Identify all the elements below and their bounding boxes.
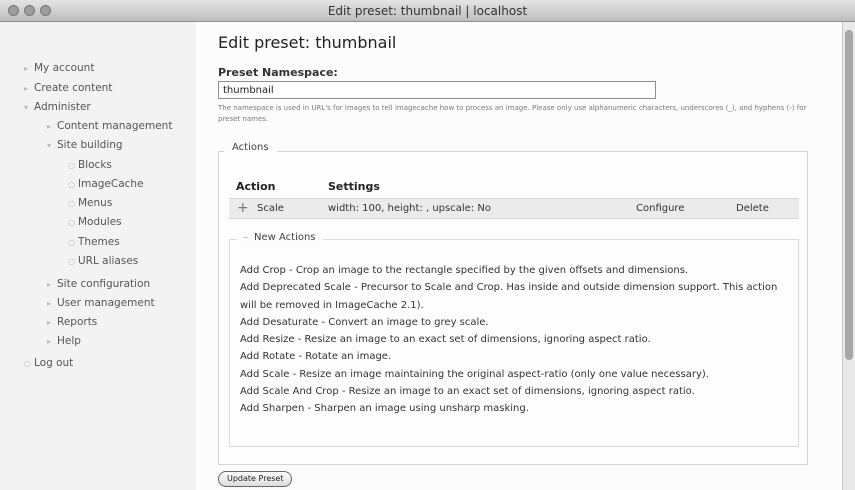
sidebar-item-user-management[interactable]: ▸ User management bbox=[47, 297, 155, 309]
sidebar-item-administer[interactable]: ▾ Administer bbox=[24, 101, 91, 113]
sidebar-item-content-management[interactable]: ▸ Content management bbox=[47, 120, 172, 132]
action-settings: width: 100, height: , upscale: No bbox=[328, 203, 491, 214]
add-scale-link[interactable]: Add Scale - Resize an image maintaining … bbox=[240, 366, 796, 383]
sidebar-item-imagecache[interactable]: ○ ImageCache bbox=[68, 178, 144, 190]
collapsed-bullet-icon: ▸ bbox=[47, 279, 52, 289]
sidebar-item-label: Site building bbox=[57, 139, 123, 151]
actions-legend: Actions bbox=[224, 142, 277, 153]
new-actions-list: Add Crop - Crop an image to the rectangl… bbox=[240, 262, 796, 418]
sidebar-navigation: ▸ My account ▸ Create content ▾ Administer … bbox=[0, 22, 196, 490]
sidebar-item-label: Themes bbox=[78, 236, 120, 248]
leaf-bullet-icon: ○ bbox=[68, 217, 75, 227]
add-scale-and-crop-link[interactable]: Add Scale And Crop - Resize an image to … bbox=[240, 383, 796, 400]
delete-link[interactable]: Delete bbox=[736, 203, 769, 214]
browser-window: Edit preset: thumbnail | localhost ▸ My a… bbox=[0, 0, 855, 490]
collapsed-bullet-icon: ▸ bbox=[24, 83, 29, 93]
scrollbar-thumb[interactable] bbox=[845, 30, 853, 360]
add-resize-link[interactable]: Add Resize - Resize an image to an exact… bbox=[240, 331, 796, 348]
action-name: Scale bbox=[257, 203, 284, 214]
collapsed-bullet-icon: ▸ bbox=[47, 298, 52, 308]
leaf-bullet-icon: ○ bbox=[24, 358, 31, 368]
add-deprecated-scale-link[interactable]: Add Deprecated Scale - Precursor to Scal… bbox=[240, 279, 796, 314]
update-preset-button[interactable]: Update Preset bbox=[218, 471, 293, 487]
leaf-bullet-icon: ○ bbox=[68, 179, 75, 189]
sidebar-item-modules[interactable]: ○ Modules bbox=[68, 216, 122, 228]
action-column-header: Action bbox=[236, 180, 276, 193]
sidebar-item-label: Administer bbox=[34, 101, 91, 113]
drag-handle-icon[interactable]: + bbox=[237, 200, 249, 216]
namespace-help-text: The namespace is used in URL's for image… bbox=[218, 104, 807, 123]
sidebar-item-label: My account bbox=[34, 62, 95, 74]
sidebar-item-label: Log out bbox=[34, 357, 74, 369]
add-crop-link[interactable]: Add Crop - Crop an image to the rectangl… bbox=[240, 262, 796, 279]
leaf-bullet-icon: ○ bbox=[68, 256, 75, 266]
sidebar-item-label: Menus bbox=[78, 197, 113, 209]
sidebar-item-label: Blocks bbox=[78, 159, 112, 171]
sidebar-item-reports[interactable]: ▸ Reports bbox=[47, 316, 97, 328]
sidebar-item-label: User management bbox=[57, 297, 155, 309]
page-title: Edit preset: thumbnail bbox=[218, 33, 397, 52]
sidebar-item-label: Help bbox=[57, 335, 81, 347]
sidebar-item-url-aliases[interactable]: ○ URL aliases bbox=[68, 255, 138, 267]
table-row: + Scale width: 100, height: , upscale: N… bbox=[229, 198, 799, 219]
sidebar-item-label: URL aliases bbox=[78, 255, 139, 267]
add-sharpen-link[interactable]: Add Sharpen - Sharpen an image using uns… bbox=[240, 400, 796, 417]
collapsed-bullet-icon: ▸ bbox=[47, 121, 52, 131]
sidebar-item-themes[interactable]: ○ Themes bbox=[68, 236, 120, 248]
leaf-bullet-icon: ○ bbox=[68, 160, 75, 170]
sidebar-item-help[interactable]: ▸ Help bbox=[47, 335, 81, 347]
sidebar-item-blocks[interactable]: ○ Blocks bbox=[68, 159, 112, 171]
preset-namespace-input[interactable] bbox=[218, 81, 656, 99]
sidebar-item-label: Site configuration bbox=[57, 278, 151, 290]
sidebar-item-label: Create content bbox=[34, 82, 113, 94]
configure-link[interactable]: Configure bbox=[636, 203, 684, 214]
preset-namespace-label: Preset Namespace: bbox=[218, 66, 338, 79]
sidebar-item-site-building[interactable]: ▾ Site building bbox=[47, 139, 123, 151]
settings-column-header: Settings bbox=[328, 180, 380, 193]
new-actions-label: New Actions bbox=[254, 232, 316, 243]
leaf-bullet-icon: ○ bbox=[68, 237, 75, 247]
sidebar-item-site-configuration[interactable]: ▸ Site configuration bbox=[47, 278, 150, 290]
sidebar-item-my-account[interactable]: ▸ My account bbox=[24, 62, 94, 74]
main-content: Edit preset: thumbnail Preset Namespace:… bbox=[196, 22, 842, 490]
window-title: Edit preset: thumbnail | localhost bbox=[327, 4, 528, 18]
collapse-toggle-icon[interactable]: – bbox=[243, 232, 248, 243]
collapsed-bullet-icon: ▸ bbox=[47, 317, 52, 327]
add-rotate-link[interactable]: Add Rotate - Rotate an image. bbox=[240, 348, 796, 365]
collapsed-bullet-icon: ▸ bbox=[24, 63, 29, 73]
sidebar-item-label: Reports bbox=[57, 316, 98, 328]
sidebar-item-label: Modules bbox=[78, 216, 122, 228]
sidebar-item-label: Content management bbox=[57, 120, 173, 132]
sidebar-item-log-out[interactable]: ○ Log out bbox=[24, 357, 73, 369]
collapsed-bullet-icon: ▸ bbox=[47, 336, 52, 346]
new-actions-legend[interactable]: – New Actions bbox=[237, 232, 322, 243]
title-bar: Edit preset: thumbnail | localhost bbox=[0, 0, 855, 22]
sidebar-item-label: ImageCache bbox=[78, 178, 144, 190]
leaf-bullet-icon: ○ bbox=[68, 198, 75, 208]
sidebar-item-create-content[interactable]: ▸ Create content bbox=[24, 82, 112, 94]
vertical-scrollbar[interactable] bbox=[842, 22, 855, 490]
sidebar-item-menus[interactable]: ○ Menus bbox=[68, 197, 112, 209]
expanded-bullet-icon: ▾ bbox=[24, 102, 29, 112]
add-desaturate-link[interactable]: Add Desaturate - Convert an image to gre… bbox=[240, 314, 796, 331]
expanded-bullet-icon: ▾ bbox=[47, 140, 52, 150]
